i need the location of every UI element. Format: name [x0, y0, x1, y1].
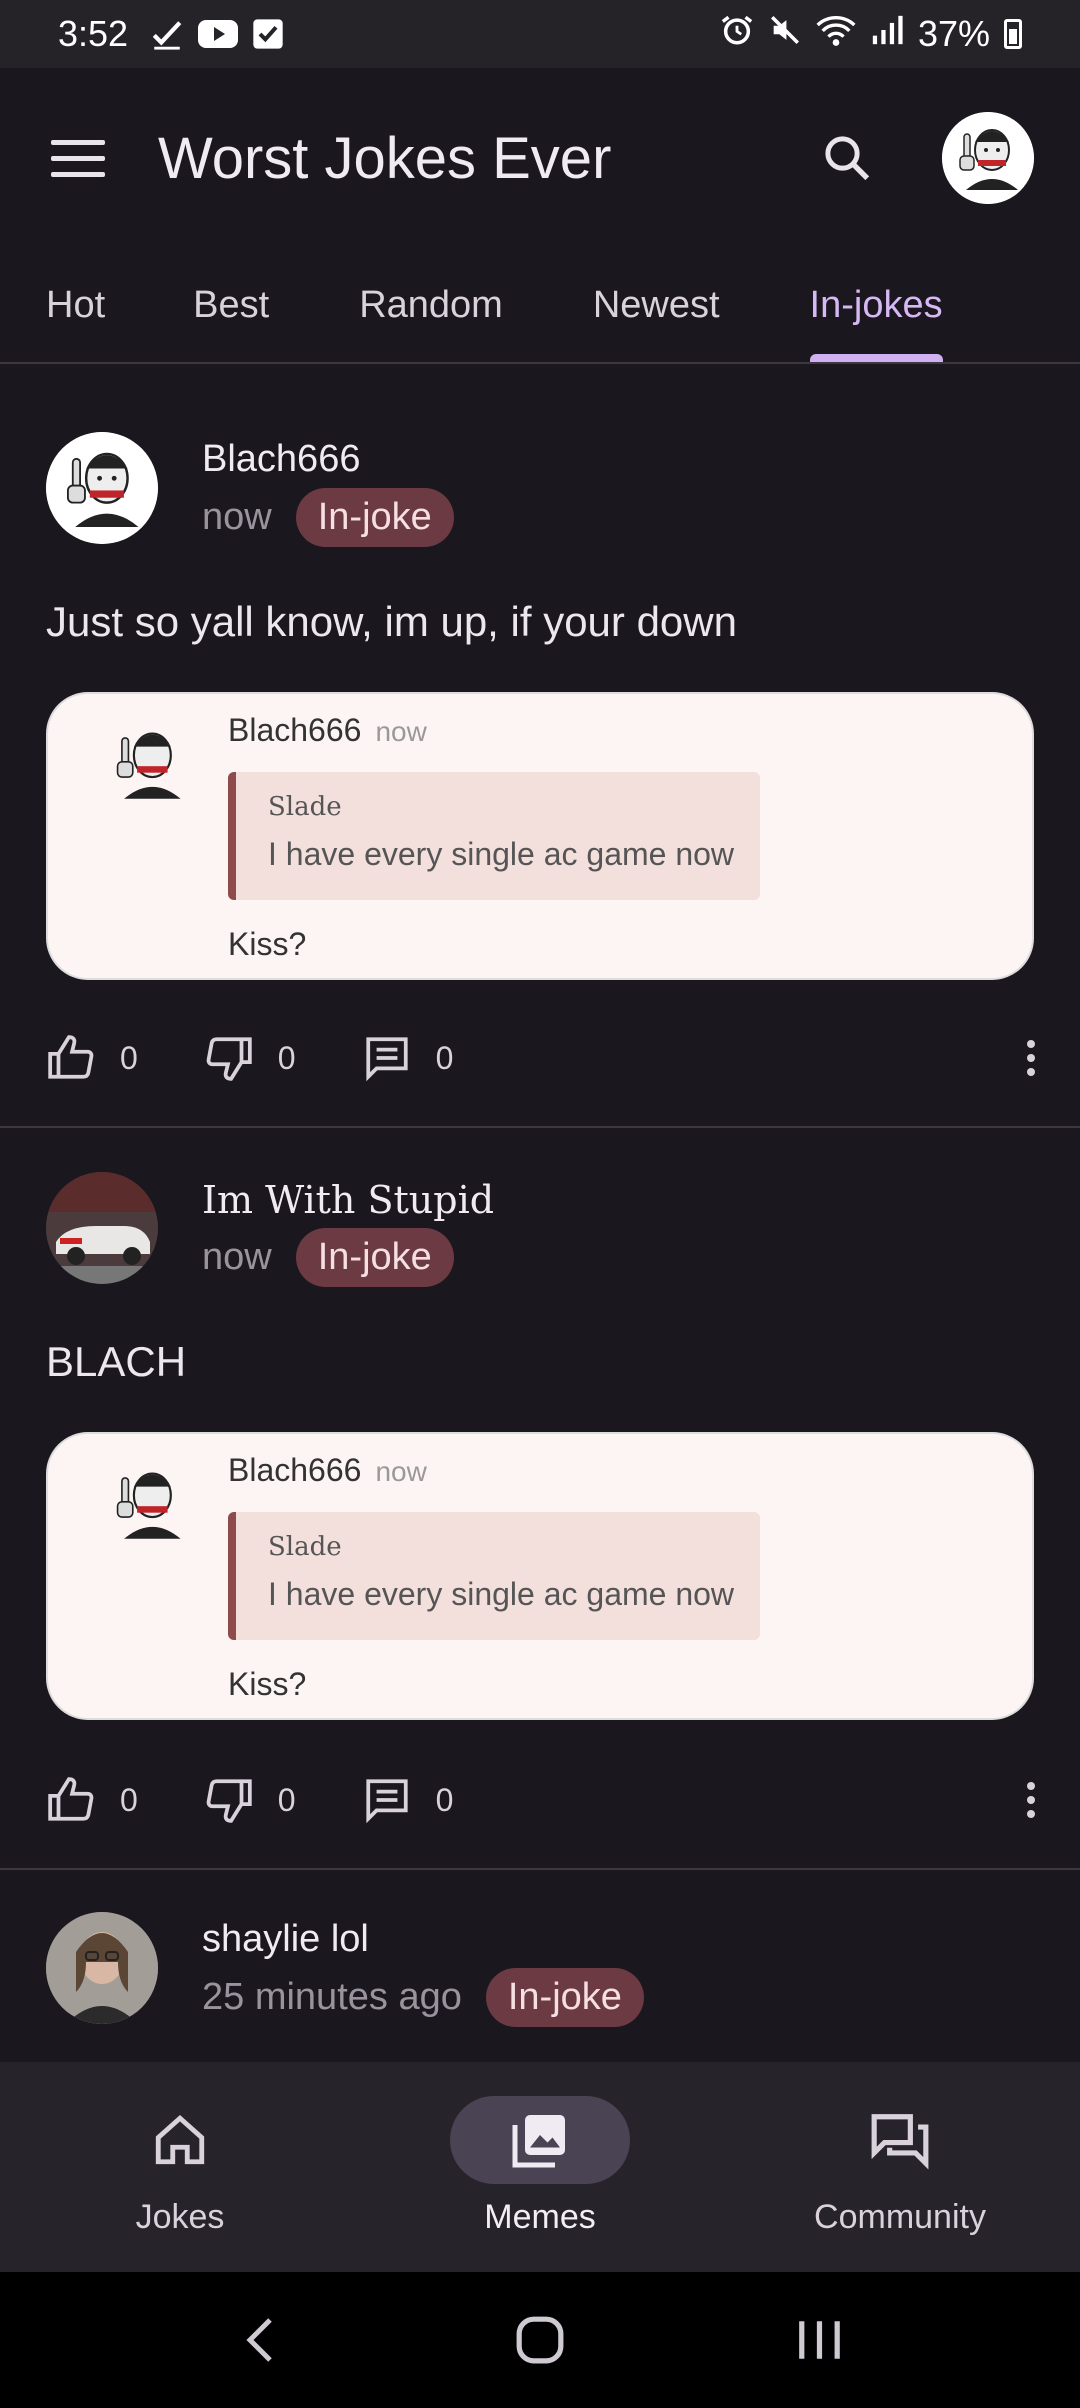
post-card: Blach666 now In-joke Just so yall know, …: [0, 366, 1080, 1126]
category-badge: In-joke: [295, 488, 454, 547]
youtube-icon: [198, 18, 239, 50]
tab-bar: Hot Best Random Newest In-jokes: [0, 248, 1080, 364]
tab-best[interactable]: Best: [193, 248, 269, 362]
comment-icon: [365, 1779, 408, 1824]
nav-jokes[interactable]: Jokes: [0, 2062, 360, 2272]
like-button[interactable]: 0: [46, 1775, 138, 1825]
comment-button[interactable]: 0: [362, 1033, 454, 1083]
post-meta: now In-joke: [202, 1228, 454, 1287]
like-button[interactable]: 0: [46, 1033, 138, 1083]
embed-quote: Slade I have every single ac game now: [228, 772, 760, 900]
author-avatar[interactable]: [46, 432, 158, 544]
alarm-icon: [720, 13, 754, 56]
post-time: now: [202, 496, 272, 538]
tab-random[interactable]: Random: [359, 248, 503, 362]
status-time: 3:52: [58, 13, 129, 54]
nav-community[interactable]: Community: [720, 2062, 1080, 2272]
nav-label: Community: [814, 2198, 986, 2236]
recent-apps-icon[interactable]: [780, 2300, 860, 2380]
post-actions: 0 0 0: [46, 1770, 1046, 1830]
embed-avatar: [98, 714, 198, 814]
post-time: now: [202, 1236, 272, 1278]
embed-author: Blach666 now: [228, 712, 427, 749]
embed-time: now: [375, 1456, 427, 1487]
back-icon[interactable]: [220, 2300, 300, 2380]
dislike-count: 0: [277, 1039, 296, 1076]
system-navigation: [0, 2272, 1080, 2408]
post-text: Just so yall know, im up, if your down: [46, 598, 737, 645]
embed-time: now: [375, 716, 427, 747]
author-avatar[interactable]: [46, 1172, 158, 1284]
quote-author: Slade: [268, 1532, 342, 1562]
like-count: 0: [120, 1781, 138, 1818]
battery-text: 37%: [917, 13, 990, 54]
author-name[interactable]: shaylie lol: [202, 1918, 369, 1961]
quote-text: I have every single ac game now: [268, 1576, 735, 1612]
more-options-icon[interactable]: [1016, 1038, 1046, 1078]
quote-text: I have every single ac game now: [268, 836, 735, 872]
battery-icon: [1004, 19, 1022, 49]
profile-avatar[interactable]: [942, 112, 1034, 204]
thumbs-up-icon: [48, 1777, 94, 1821]
nav-community-pill: [810, 2096, 990, 2184]
checkmark-icon: [150, 17, 184, 51]
dislike-button[interactable]: 0: [204, 1775, 296, 1825]
dislike-count: 0: [277, 1781, 296, 1818]
signal-icon: [870, 13, 904, 56]
like-count: 0: [120, 1039, 138, 1076]
mute-icon: [768, 13, 802, 56]
embed-avatar: [98, 1454, 198, 1554]
comment-button[interactable]: 0: [362, 1775, 454, 1825]
home-icon: [155, 2115, 205, 2165]
bottom-navigation: Jokes Memes Community: [0, 2062, 1080, 2272]
embed-author: Blach666 now: [228, 1452, 427, 1489]
thumbs-up-icon: [48, 1035, 94, 1079]
tab-newest[interactable]: Newest: [593, 248, 720, 362]
category-badge: In-joke: [485, 1968, 644, 2027]
embed-message: Kiss?: [228, 1666, 307, 1702]
thumbs-down-icon: [206, 1037, 252, 1081]
post-image[interactable]: Blach666 now Slade I have every single ac…: [46, 1432, 1034, 1720]
tab-in-jokes[interactable]: In-jokes: [809, 248, 943, 362]
post-actions: 0 0 0: [46, 1028, 1046, 1088]
post-card: Im With Stupid now In-joke BLACH Blach66…: [0, 1106, 1080, 1866]
category-badge: In-joke: [295, 1228, 454, 1287]
thumbs-down-icon: [206, 1779, 252, 1823]
tab-hot[interactable]: Hot: [46, 248, 105, 362]
more-options-icon[interactable]: [1016, 1780, 1046, 1820]
dislike-button[interactable]: 0: [204, 1033, 296, 1083]
checkbox-icon: [252, 18, 284, 50]
post-image[interactable]: Blach666 now Slade I have every single ac…: [46, 692, 1034, 980]
post-time: 25 minutes ago: [202, 1976, 462, 2018]
post-meta: 25 minutes ago In-joke: [202, 1968, 644, 2027]
embed-quote: Slade I have every single ac game now: [228, 1512, 760, 1640]
app-bar: Worst Jokes Ever: [0, 68, 1080, 248]
wifi-icon: [816, 13, 856, 56]
home-button-icon[interactable]: [500, 2300, 580, 2380]
comment-icon: [365, 1037, 408, 1082]
embed-message: Kiss?: [228, 926, 307, 962]
embed-author-name: Blach666: [228, 1452, 362, 1488]
forum-icon: [871, 2114, 929, 2170]
post-text: BLACH: [46, 1338, 187, 1385]
nav-label: Jokes: [135, 2198, 225, 2236]
status-bar: 3:52 37%: [0, 0, 1080, 68]
nav-memes-pill: [450, 2096, 630, 2184]
nav-label: Memes: [484, 2198, 596, 2236]
nav-jokes-pill: [90, 2096, 270, 2184]
comment-count: 0: [435, 1781, 454, 1818]
post-meta: now In-joke: [202, 488, 454, 547]
nav-memes[interactable]: Memes: [360, 2062, 720, 2272]
page-title: Worst Jokes Ever: [158, 125, 612, 191]
image-icon: [512, 2115, 565, 2168]
search-icon[interactable]: [812, 123, 882, 193]
author-name[interactable]: Im With Stupid: [202, 1178, 494, 1222]
embed-author-name: Blach666: [228, 712, 362, 748]
comment-count: 0: [435, 1039, 454, 1076]
quote-author: Slade: [268, 792, 342, 822]
menu-icon[interactable]: [46, 126, 110, 190]
author-name[interactable]: Blach666: [202, 438, 360, 481]
author-avatar[interactable]: [46, 1912, 158, 2024]
post-card: shaylie lol 25 minutes ago In-joke: [0, 1846, 1080, 2062]
